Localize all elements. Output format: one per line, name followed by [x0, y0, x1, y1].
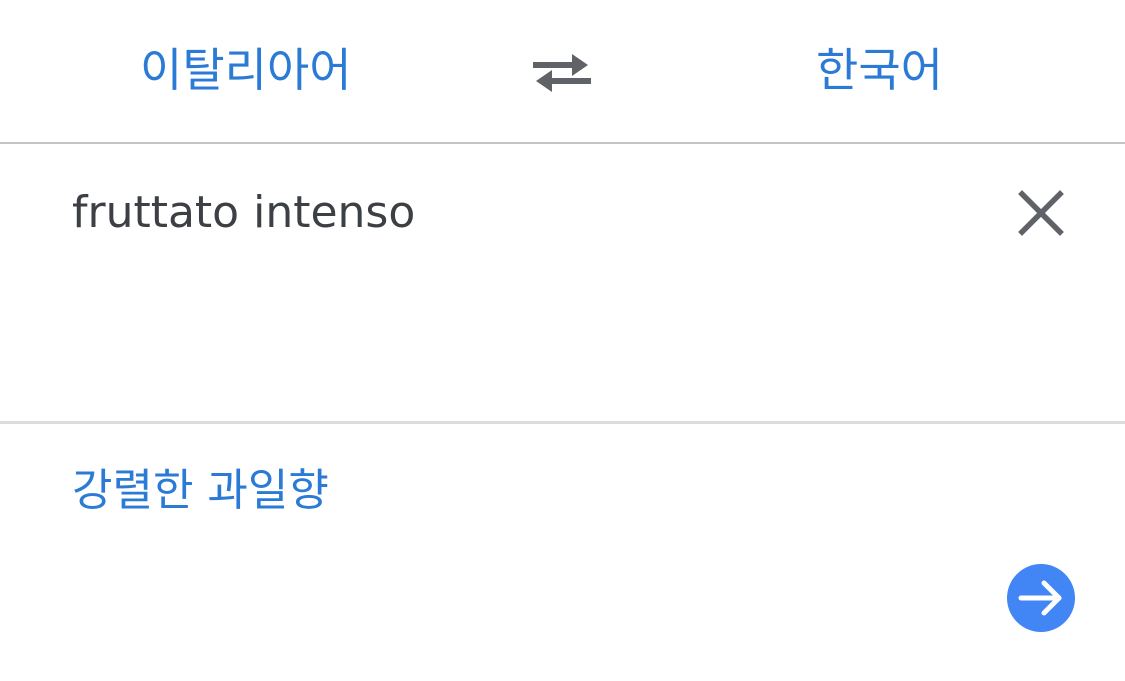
source-input-text[interactable]: fruttato intenso	[72, 184, 415, 242]
source-input-area[interactable]: fruttato intenso	[0, 144, 1125, 424]
swap-languages-button[interactable]	[530, 46, 594, 100]
arrow-right-icon	[1018, 580, 1062, 616]
source-language-button[interactable]: 이탈리아어	[140, 38, 352, 102]
close-icon	[1018, 190, 1064, 236]
language-bar: 이탈리아어 한국어	[0, 0, 1125, 144]
translation-result-text: 강렬한 과일향	[72, 465, 329, 516]
target-language-button[interactable]: 한국어	[816, 38, 943, 102]
translate-go-button[interactable]	[1007, 564, 1075, 632]
clear-input-button[interactable]	[1010, 182, 1072, 244]
swap-arrows-icon	[533, 54, 591, 92]
translation-result-area: 강렬한 과일향	[0, 424, 1125, 681]
